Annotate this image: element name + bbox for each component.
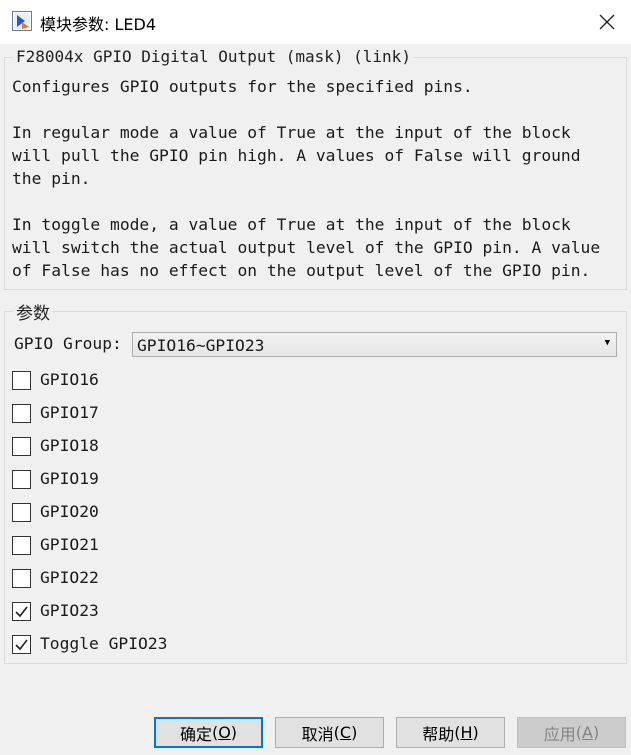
checkbox-label: Toggle GPIO23 [40,634,168,653]
checkbox-box[interactable] [12,635,31,654]
apply-button[interactable]: 应用(A) [517,717,626,748]
checkbox-label: GPIO23 [40,601,99,620]
help-button-label: 帮助 [422,724,455,744]
checkmark-icon [15,639,28,651]
checkbox-box[interactable] [12,404,31,423]
help-access-key: H [460,723,473,742]
simulink-block-icon [12,11,32,31]
checkbox-box[interactable] [12,569,31,588]
checkbox-box[interactable] [12,371,31,390]
cancel-access-key: C [339,723,352,742]
close-icon [599,14,615,30]
checkbox-box[interactable] [12,470,31,489]
description-legend: F28004x GPIO Digital Output (mask) (link… [13,47,414,66]
gpio-group-value: GPIO16~GPIO23 [137,336,265,355]
ok-button-label: 确定 [179,724,212,744]
checkbox-label: GPIO19 [40,469,99,488]
title-bar: 模块参数: LED4 [0,0,631,44]
description-text: Configures GPIO outputs for the specifie… [12,77,601,280]
apply-access-key: A [582,723,593,742]
close-button[interactable] [593,8,621,36]
ok-button[interactable]: 确定(O) [154,717,263,748]
cancel-button[interactable]: 取消(C) [275,717,384,748]
ok-access-key: O [218,723,231,742]
window-title: 模块参数: LED4 [40,15,157,34]
gpio-group-select[interactable]: GPIO16~GPIO23 ▼ [132,332,617,357]
gpio-group-label: GPIO Group: [14,334,122,353]
checkbox-box[interactable] [12,437,31,456]
cancel-button-label: 取消 [301,724,334,744]
checkbox-label: GPIO21 [40,535,99,554]
checkbox-label: GPIO22 [40,568,99,587]
checkmark-icon [15,606,28,618]
checkbox-label: GPIO17 [40,403,99,422]
checkbox-label: GPIO16 [40,370,99,389]
help-button[interactable]: 帮助(H) [396,717,505,748]
parameters-legend: 参数 [13,299,53,324]
checkbox-box[interactable] [12,503,31,522]
checkbox-label: GPIO20 [40,502,99,521]
dropdown-arrow-icon: ▼ [604,338,610,348]
apply-button-label: 应用 [543,724,576,744]
checkbox-label: GPIO18 [40,436,99,455]
checkbox-box[interactable] [12,536,31,555]
checkbox-box[interactable] [12,602,31,621]
